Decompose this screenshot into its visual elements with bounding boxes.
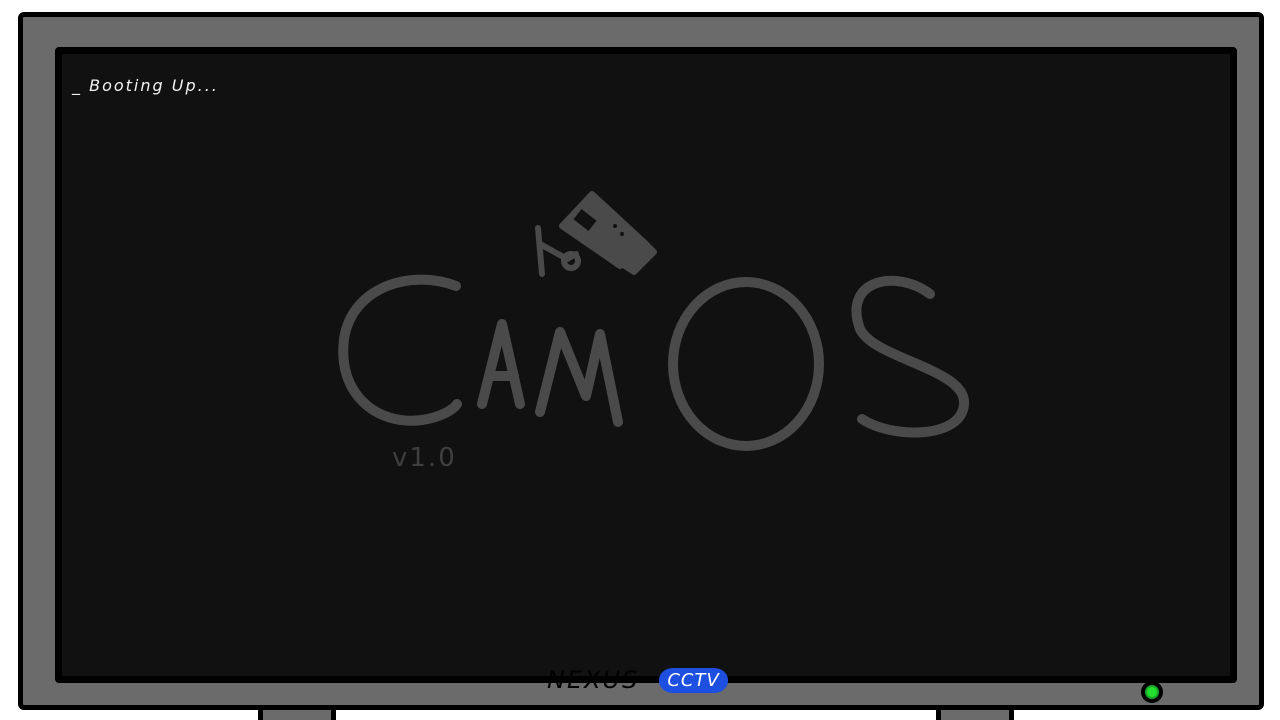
logo-version: v1.0 — [392, 443, 457, 473]
security-camera-icon — [535, 191, 657, 277]
brand-badge: CCTV — [659, 667, 728, 693]
power-led-icon[interactable] — [1141, 681, 1163, 703]
camos-logo: v1.0 — [338, 191, 969, 473]
monitor-screen: _ Booting Up... v1.0 — [55, 47, 1237, 683]
brand-name: NEXUS — [547, 666, 640, 694]
monitor-frame: _ Booting Up... v1.0 NEXUS CCTV — [18, 12, 1264, 710]
brand-label: NEXUS CCTV — [547, 665, 728, 695]
camos-wordmark — [338, 274, 969, 451]
